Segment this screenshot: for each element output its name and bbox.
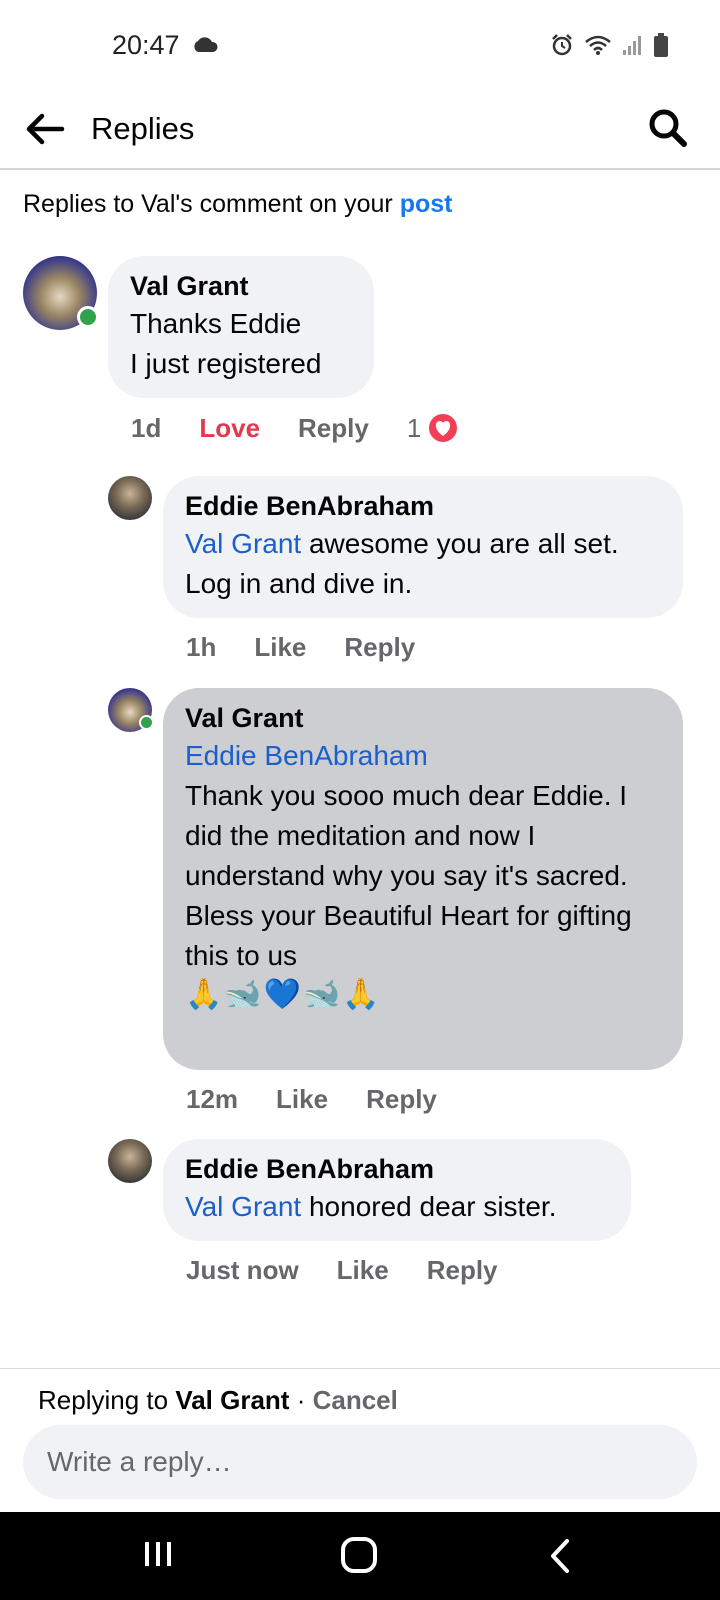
online-indicator (139, 715, 154, 730)
comment-actions: Just now Like Reply (186, 1255, 536, 1286)
online-indicator (77, 306, 99, 328)
comment-actions: 1h Like Reply (186, 632, 453, 663)
comment-bubble-selected[interactable]: Val Grant Eddie BenAbraham Thank you soo… (163, 688, 683, 1070)
avatar[interactable] (108, 688, 154, 732)
comment-time: Just now (186, 1255, 299, 1285)
post-link[interactable]: post (400, 190, 453, 218)
comment-body: honored dear sister. (301, 1191, 557, 1222)
app-header: Replies (0, 92, 720, 170)
comment-text: Val Grant honored dear sister. (185, 1187, 609, 1227)
comment-time: 1h (186, 632, 217, 662)
back-nav-icon[interactable] (548, 1537, 572, 1575)
replying-to: Replying to Val Grant · Cancel (38, 1385, 398, 1416)
replying-prefix: Replying to (38, 1385, 176, 1415)
comment-author[interactable]: Eddie BenAbraham (185, 488, 661, 524)
comment-author[interactable]: Val Grant (130, 268, 352, 304)
battery-icon (654, 33, 668, 57)
comment-author[interactable]: Val Grant (185, 700, 661, 736)
comment-bubble[interactable]: Eddie BenAbraham Val Grant honored dear … (163, 1139, 631, 1241)
heart-reaction-icon[interactable] (427, 412, 460, 444)
like-button[interactable]: Like (276, 1084, 328, 1115)
avatar[interactable] (108, 476, 152, 520)
home-icon[interactable] (340, 1536, 378, 1574)
love-button[interactable]: Love (199, 413, 260, 444)
status-bar: 20:47 (0, 0, 720, 92)
recent-apps-icon[interactable] (142, 1538, 174, 1570)
comment-actions: 1d Love Reply 1 (131, 412, 460, 444)
alarm-icon (552, 34, 572, 56)
reply-button[interactable]: Reply (366, 1084, 437, 1115)
comment-text: Thanks Eddie I just registered (130, 308, 322, 379)
back-arrow-icon[interactable] (22, 106, 68, 152)
avatar[interactable] (23, 256, 99, 330)
comment-emojis: 🙏🐋💙🐋🙏 (185, 978, 382, 1011)
signal-icon (623, 36, 641, 55)
system-nav-bar (0, 1512, 720, 1600)
reply-button[interactable]: Reply (427, 1255, 498, 1286)
like-button[interactable]: Like (337, 1255, 389, 1286)
mention-link[interactable]: Val Grant (185, 528, 301, 559)
mention-link[interactable]: Val Grant (185, 1191, 301, 1222)
comment-actions: 12m Like Reply (186, 1084, 475, 1115)
reaction-count[interactable]: 1 (407, 413, 421, 444)
search-icon[interactable] (644, 104, 692, 152)
wifi-icon (585, 35, 611, 55)
replies-context: Replies to Val's comment on your post (23, 190, 452, 219)
page-title: Replies (91, 111, 195, 146)
comment-time: 12m (186, 1084, 239, 1114)
reply-composer: Replying to Val Grant · Cancel (0, 1368, 720, 1513)
cloud-icon (194, 37, 218, 52)
like-button[interactable]: Like (254, 632, 306, 663)
reply-button[interactable]: Reply (344, 632, 415, 663)
comment-body: Thank you sooo much dear Eddie. I did th… (185, 780, 632, 971)
comment-author[interactable]: Eddie BenAbraham (185, 1151, 609, 1187)
reply-button[interactable]: Reply (298, 413, 369, 444)
comment-text: Eddie BenAbraham Thank you sooo much dea… (185, 736, 661, 976)
mention-link[interactable]: Eddie BenAbraham (185, 740, 428, 771)
status-time: 20:47 (112, 30, 180, 60)
avatar[interactable] (108, 1139, 152, 1183)
cancel-reply-button[interactable]: Cancel (313, 1385, 398, 1415)
comment-text: Val Grant awesome you are all set. Log i… (185, 524, 661, 604)
comment-bubble[interactable]: Val Grant Thanks Eddie I just registered (108, 256, 374, 398)
comment-bubble[interactable]: Eddie BenAbraham Val Grant awesome you a… (163, 476, 683, 618)
reply-input[interactable] (23, 1425, 697, 1499)
comment-time: 1d (131, 412, 162, 443)
replies-context-text: Replies to Val's comment on your (23, 190, 400, 218)
replying-name: Val Grant (175, 1385, 290, 1415)
replying-separator: · (289, 1385, 313, 1415)
